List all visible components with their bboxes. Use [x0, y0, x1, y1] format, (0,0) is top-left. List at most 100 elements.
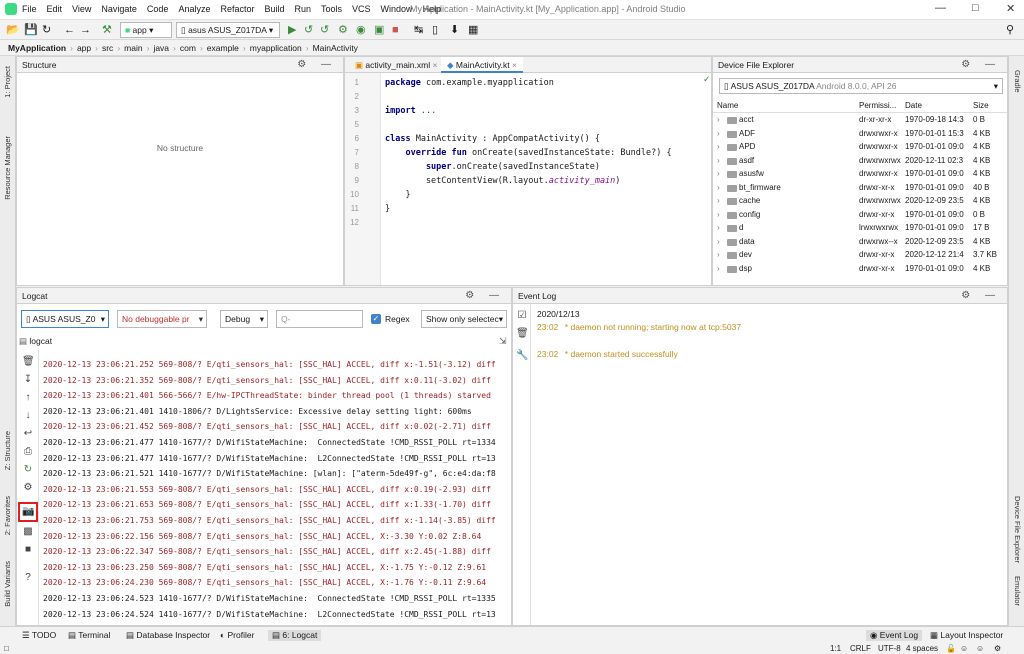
- menu-item-navigate[interactable]: Navigate: [101, 4, 137, 14]
- column-permissions[interactable]: Permissi...: [859, 101, 896, 110]
- attach-debugger-icon[interactable]: ▣: [374, 23, 384, 37]
- run-config-select[interactable]: ■ app ▾: [120, 22, 172, 38]
- run-icon[interactable]: ▶: [288, 23, 296, 37]
- logcat-tool-tab[interactable]: ▤ 6: Logcat: [268, 630, 322, 641]
- apply-changes-icon[interactable]: ↺: [304, 23, 313, 37]
- notification-icon[interactable]: ⚙: [994, 644, 1001, 653]
- back-icon[interactable]: ←: [64, 23, 75, 37]
- tab-activity-main-xml[interactable]: ▣ activity_main.xml ×: [349, 57, 443, 73]
- log-line[interactable]: 2020-12-13 23:06:21.521 1410-1677/? D/Wi…: [43, 469, 496, 478]
- code-line[interactable]: }: [385, 190, 410, 200]
- column-date[interactable]: Date: [905, 101, 922, 110]
- expand-arrow-icon[interactable]: ›: [717, 129, 720, 138]
- breadcrumb-item[interactable]: main: [124, 43, 142, 53]
- expand-arrow-icon[interactable]: ›: [717, 115, 720, 124]
- wrench-icon[interactable]: 🔧: [516, 350, 528, 361]
- gradle-tool-tab[interactable]: Gradle: [1013, 70, 1022, 93]
- panel-settings-icon[interactable]: ⚙ —: [465, 290, 505, 301]
- mark-read-icon[interactable]: ☑: [516, 310, 528, 321]
- expand-arrow-icon[interactable]: ›: [717, 169, 720, 178]
- profile-icon[interactable]: ◉: [356, 23, 366, 37]
- device-file-explorer-tool-tab[interactable]: Device File Explorer: [1013, 496, 1022, 563]
- resource-manager-tool-tab[interactable]: Resource Manager: [3, 136, 12, 200]
- sdk-manager-icon[interactable]: ⬇: [450, 23, 459, 37]
- breadcrumb-item[interactable]: app: [77, 43, 91, 53]
- menu-item-analyze[interactable]: Analyze: [178, 4, 210, 14]
- file-row[interactable]: › bt_firmware drwxr-xr-x 1970-01-01 09:0 40 …: [713, 182, 1007, 196]
- debug-icon[interactable]: ⚙: [338, 23, 348, 37]
- logcat-search-input[interactable]: Q-: [276, 310, 363, 328]
- log-line[interactable]: 2020-12-13 23:06:24.524 1410-1677/? D/Wi…: [43, 610, 496, 619]
- smiley-icon[interactable]: ☺: [976, 644, 984, 653]
- file-row[interactable]: › cache drwxrwxrwx 2020-12-09 23:5 4 KB: [713, 195, 1007, 209]
- device-select[interactable]: ▯ asus ASUS_Z017DA ▾: [176, 22, 280, 38]
- hammer-icon[interactable]: ⚒: [102, 23, 112, 37]
- expand-arrow-icon[interactable]: ›: [717, 250, 720, 259]
- file-row[interactable]: › ADF drwxrwxr-x 1970-01-01 15:3 4 KB: [713, 128, 1007, 142]
- toggle-tool-windows-icon[interactable]: □: [4, 644, 9, 653]
- expand-arrow-icon[interactable]: ›: [717, 196, 720, 205]
- logcat-level-select[interactable]: Debug ▾: [220, 310, 268, 328]
- forward-icon[interactable]: →: [80, 23, 91, 37]
- file-encoding[interactable]: UTF-8: [878, 644, 901, 653]
- code-line[interactable]: class MainActivity : AppCompatActivity()…: [385, 134, 600, 144]
- code-line[interactable]: }: [385, 204, 390, 214]
- expand-arrow-icon[interactable]: ›: [717, 210, 720, 219]
- log-line[interactable]: 2020-12-13 23:06:21.352 569-808/? E/qti_…: [43, 376, 491, 385]
- log-line[interactable]: 2020-12-13 23:06:21.753 569-808/? E/qti_…: [43, 516, 496, 525]
- log-line[interactable]: 2020-12-13 23:06:21.477 1410-1677/? D/Wi…: [43, 454, 496, 463]
- log-line[interactable]: 2020-12-13 23:06:24.523 1410-1677/? D/Wi…: [43, 594, 496, 603]
- todo-tool-tab[interactable]: ☰ TODO: [22, 630, 56, 641]
- code-line[interactable]: import ...: [385, 106, 436, 116]
- log-line[interactable]: 2020-12-13 23:06:23.250 569-808/? E/qti_…: [43, 563, 486, 572]
- breadcrumb-item[interactable]: MyApplication: [8, 43, 66, 53]
- close-icon[interactable]: ✕: [1006, 2, 1015, 15]
- menu-item-refactor[interactable]: Refactor: [220, 4, 254, 14]
- dfe-device-select[interactable]: ▯ ASUS ASUS_Z017DA Android 8.0.0, API 26…: [719, 78, 1003, 94]
- line-separator[interactable]: CRLF: [850, 644, 871, 653]
- panel-settings-icon[interactable]: ⚙ —: [297, 59, 337, 70]
- panel-settings-icon[interactable]: ⚙ —: [961, 290, 1001, 301]
- menu-item-edit[interactable]: Edit: [47, 4, 63, 14]
- maximize-icon[interactable]: □: [972, 2, 979, 14]
- logcat-device-select[interactable]: ▯ ASUS ASUS_Z0 ▾: [21, 310, 109, 328]
- file-row[interactable]: › asusfw drwxrwxr-x 1970-01-01 09:0 4 KB: [713, 168, 1007, 182]
- favorites-tool-tab[interactable]: 2: Favorites: [3, 496, 12, 535]
- indent-setting[interactable]: 4 spaces: [906, 644, 938, 653]
- expand-arrow-icon[interactable]: ›: [717, 142, 720, 151]
- column-size[interactable]: Size: [973, 101, 989, 110]
- file-row[interactable]: › asdf drwxrwxrwx 2020-12-11 02:3 4 KB: [713, 155, 1007, 169]
- file-row[interactable]: › data drwxrwx--x 2020-12-09 23:5 4 KB: [713, 236, 1007, 250]
- project-tool-tab[interactable]: 1: Project: [3, 66, 12, 98]
- database-inspector-tool-tab[interactable]: ▤ Database Inspector: [126, 630, 210, 641]
- menu-item-run[interactable]: Run: [295, 4, 312, 14]
- logcat-process-select[interactable]: No debuggable pr ▾: [117, 310, 207, 328]
- menu-item-window[interactable]: Window: [381, 4, 413, 14]
- panel-settings-icon[interactable]: ⚙ —: [961, 59, 1001, 70]
- expand-arrow-icon[interactable]: ›: [717, 223, 720, 232]
- log-line[interactable]: 2020-12-13 23:06:21.401 1410-1806/? D/Li…: [43, 407, 472, 416]
- expand-arrow-icon[interactable]: ›: [717, 264, 720, 273]
- expand-arrow-icon[interactable]: ›: [717, 156, 720, 165]
- log-line[interactable]: 2020-12-13 23:06:21.401 566-566/? E/hw-I…: [43, 391, 491, 400]
- layout-inspector-icon[interactable]: ▦: [468, 23, 478, 37]
- log-line[interactable]: 2020-12-13 23:06:21.252 569-808/? E/qti_…: [43, 360, 496, 369]
- layout-inspector-tool-tab[interactable]: ▦ Layout Inspector: [930, 630, 1003, 641]
- file-row[interactable]: › config drwxr-xr-x 1970-01-01 09:0 0 B: [713, 209, 1007, 223]
- avd-manager-icon[interactable]: ▯: [432, 23, 438, 37]
- profiler-tool-tab[interactable]: ◐ Profiler: [220, 630, 254, 640]
- gradle-sync-icon[interactable]: ↹: [414, 23, 423, 37]
- breadcrumb-item[interactable]: com: [180, 43, 196, 53]
- menu-item-code[interactable]: Code: [147, 4, 169, 14]
- log-line[interactable]: 2020-12-13 23:06:22.156 569-808/? E/qti_…: [43, 532, 481, 541]
- search-everywhere-icon[interactable]: ⚲: [1006, 23, 1014, 37]
- open-folder-icon[interactable]: 📂: [6, 23, 20, 37]
- expand-arrow-icon[interactable]: ›: [717, 237, 720, 246]
- code-line[interactable]: setContentView(R.layout.activity_main): [385, 176, 620, 186]
- cursor-position[interactable]: 1:1: [830, 644, 841, 653]
- build-variants-tool-tab[interactable]: Build Variants: [3, 561, 12, 607]
- lock-icon[interactable]: 🔓: [946, 644, 956, 653]
- sync-icon[interactable]: ↻: [42, 23, 51, 37]
- regex-checkbox[interactable]: ✓: [371, 314, 381, 324]
- file-row[interactable]: › dev drwxr-xr-x 2020-12-12 21:4 3.7 KB: [713, 249, 1007, 263]
